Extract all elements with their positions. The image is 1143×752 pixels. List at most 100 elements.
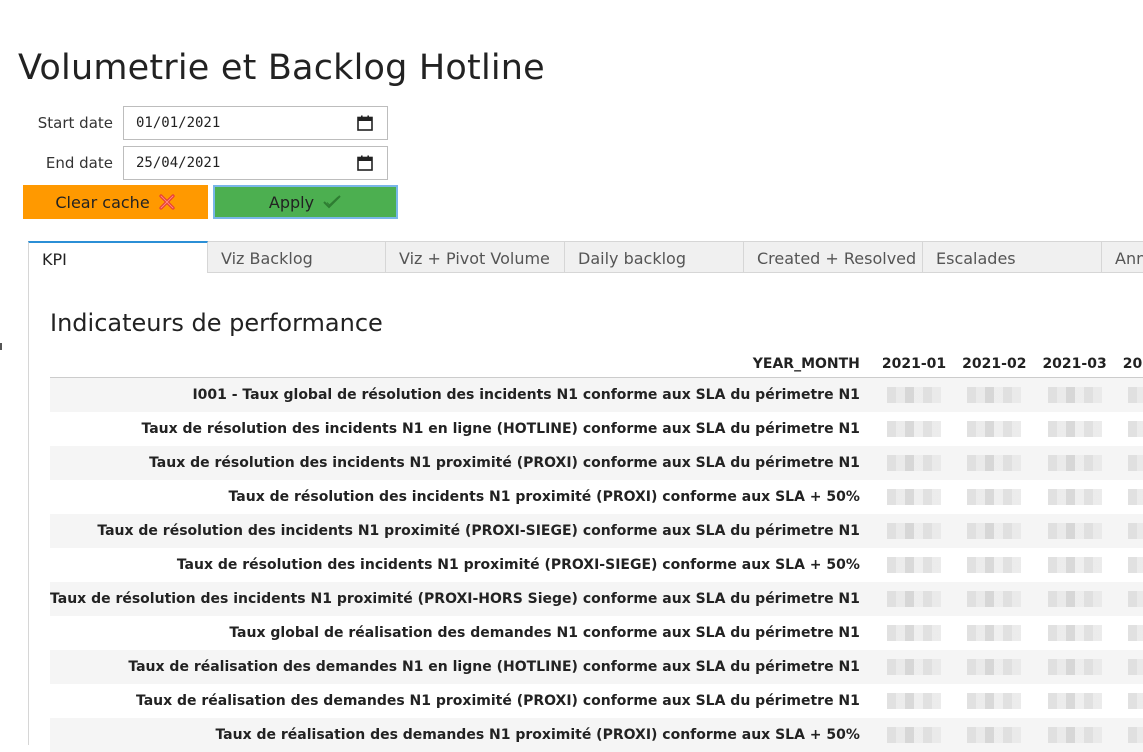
redacted-value-cell [1115,378,1143,413]
redacted-value [887,591,941,607]
calendar-icon[interactable] [357,155,373,171]
redacted-value-cell [874,684,954,718]
tab-escalades[interactable]: Escalades [923,241,1102,273]
row-label: Taux de résolution des incidents N1 prox… [50,480,874,514]
redacted-value [1048,455,1102,471]
redacted-value [967,421,1021,437]
table-row: Taux de résolution des incidents N1 en l… [50,412,1143,446]
redacted-value-cell [874,548,954,582]
redacted-value [967,489,1021,505]
checkmark-icon [322,194,342,210]
redacted-value [967,625,1021,641]
redacted-value-cell [874,446,954,480]
redacted-value-cell [1034,718,1114,752]
redacted-value-cell [1034,412,1114,446]
table-row: Taux de résolution des incidents N1 prox… [50,446,1143,480]
table-row: Taux global de réalisation des demandes … [50,616,1143,650]
redacted-value-cell [874,650,954,684]
redacted-value-cell [954,480,1034,514]
end-date-input[interactable]: 25/04/2021 [123,146,388,180]
redacted-value-cell [1115,718,1143,752]
redacted-value [887,455,941,471]
tab-ann[interactable]: Ann [1102,241,1143,273]
redacted-value [1128,727,1143,743]
redacted-value [1048,659,1102,675]
redacted-value-cell [874,582,954,616]
redacted-value [1128,659,1143,675]
redacted-value-cell [1034,616,1114,650]
redacted-value [887,523,941,539]
section-title: Indicateurs de performance [50,309,383,337]
row-label: Taux de réalisation des demandes N1 prox… [50,684,874,718]
row-label: Taux de résolution des incidents N1 prox… [50,548,874,582]
redacted-value-cell [1034,582,1114,616]
redacted-value [1128,523,1143,539]
start-date-row: Start date 01/01/2021 [0,106,388,140]
redacted-value [1048,421,1102,437]
redacted-value [887,489,941,505]
clear-cache-button[interactable]: Clear cache [23,185,208,219]
end-date-label: End date [0,154,123,172]
end-date-row: End date 25/04/2021 [0,146,388,180]
redacted-value-cell [874,616,954,650]
redacted-value [887,421,941,437]
redacted-value-cell [1115,548,1143,582]
redacted-value [887,659,941,675]
row-label: Taux de résolution des incidents N1 en l… [50,412,874,446]
redacted-value [1128,455,1143,471]
tab-daily-backlog[interactable]: Daily backlog [565,241,744,273]
redacted-value-cell [1115,446,1143,480]
row-label: Taux de réalisation des demandes N1 en l… [50,650,874,684]
tab-bar: KPI Viz Backlog Viz + Pivot Volume Daily… [28,241,1143,273]
redacted-value-cell [954,650,1034,684]
redacted-value-cell [1115,616,1143,650]
redacted-value [967,591,1021,607]
start-date-value: 01/01/2021 [136,115,220,131]
redacted-value [967,455,1021,471]
kpi-table: YEAR_MONTH 2021-01 2021-02 2021-03 2021-… [50,350,1143,752]
tab-kpi[interactable]: KPI [28,241,208,273]
redacted-value-cell [874,378,954,413]
redacted-value-cell [1034,650,1114,684]
redacted-value-cell [954,582,1034,616]
start-date-input[interactable]: 01/01/2021 [123,106,388,140]
redacted-value-cell [1115,684,1143,718]
tab-viz-backlog[interactable]: Viz Backlog [208,241,386,273]
row-label: Taux de résolution des incidents N1 prox… [50,514,874,548]
clear-cache-label: Clear cache [55,193,149,212]
redacted-value-cell [954,684,1034,718]
kpi-table-body: I001 - Taux global de résolution des inc… [50,378,1143,752]
cross-mark-icon [158,193,176,211]
redacted-value-cell [874,514,954,548]
redacted-value [1128,693,1143,709]
redacted-value [967,693,1021,709]
redacted-value-cell [954,412,1034,446]
table-row: Taux de réalisation des demandes N1 prox… [50,718,1143,752]
end-date-value: 25/04/2021 [136,155,220,171]
calendar-icon[interactable] [357,115,373,131]
table-row: Taux de résolution des incidents N1 prox… [50,548,1143,582]
redacted-value-cell [954,548,1034,582]
redacted-value-cell [1115,650,1143,684]
redacted-value [887,557,941,573]
row-label: I001 - Taux global de résolution des inc… [50,378,874,413]
redacted-value [1048,625,1102,641]
page-title: Volumetrie et Backlog Hotline [18,48,545,88]
redacted-value [1048,693,1102,709]
table-row: Taux de réalisation des demandes N1 prox… [50,684,1143,718]
redacted-value [1128,625,1143,641]
tab-created-resolved[interactable]: Created + Resolved [744,241,923,273]
redacted-value-cell [1034,446,1114,480]
header-month: 2021-02 [954,350,1034,378]
row-label: Taux global de réalisation des demandes … [50,616,874,650]
tab-viz-pivot-volume[interactable]: Viz + Pivot Volume [386,241,565,273]
header-month: 2021-01 [874,350,954,378]
redacted-value-cell [874,718,954,752]
table-row: Taux de résolution des incidents N1 prox… [50,480,1143,514]
table-row: Taux de réalisation des demandes N1 en l… [50,650,1143,684]
apply-button[interactable]: Apply [213,185,398,219]
apply-label: Apply [269,193,314,212]
table-row: Taux de résolution des incidents N1 prox… [50,582,1143,616]
redacted-value-cell [1115,480,1143,514]
row-label: Taux de résolution des incidents N1 prox… [50,582,874,616]
